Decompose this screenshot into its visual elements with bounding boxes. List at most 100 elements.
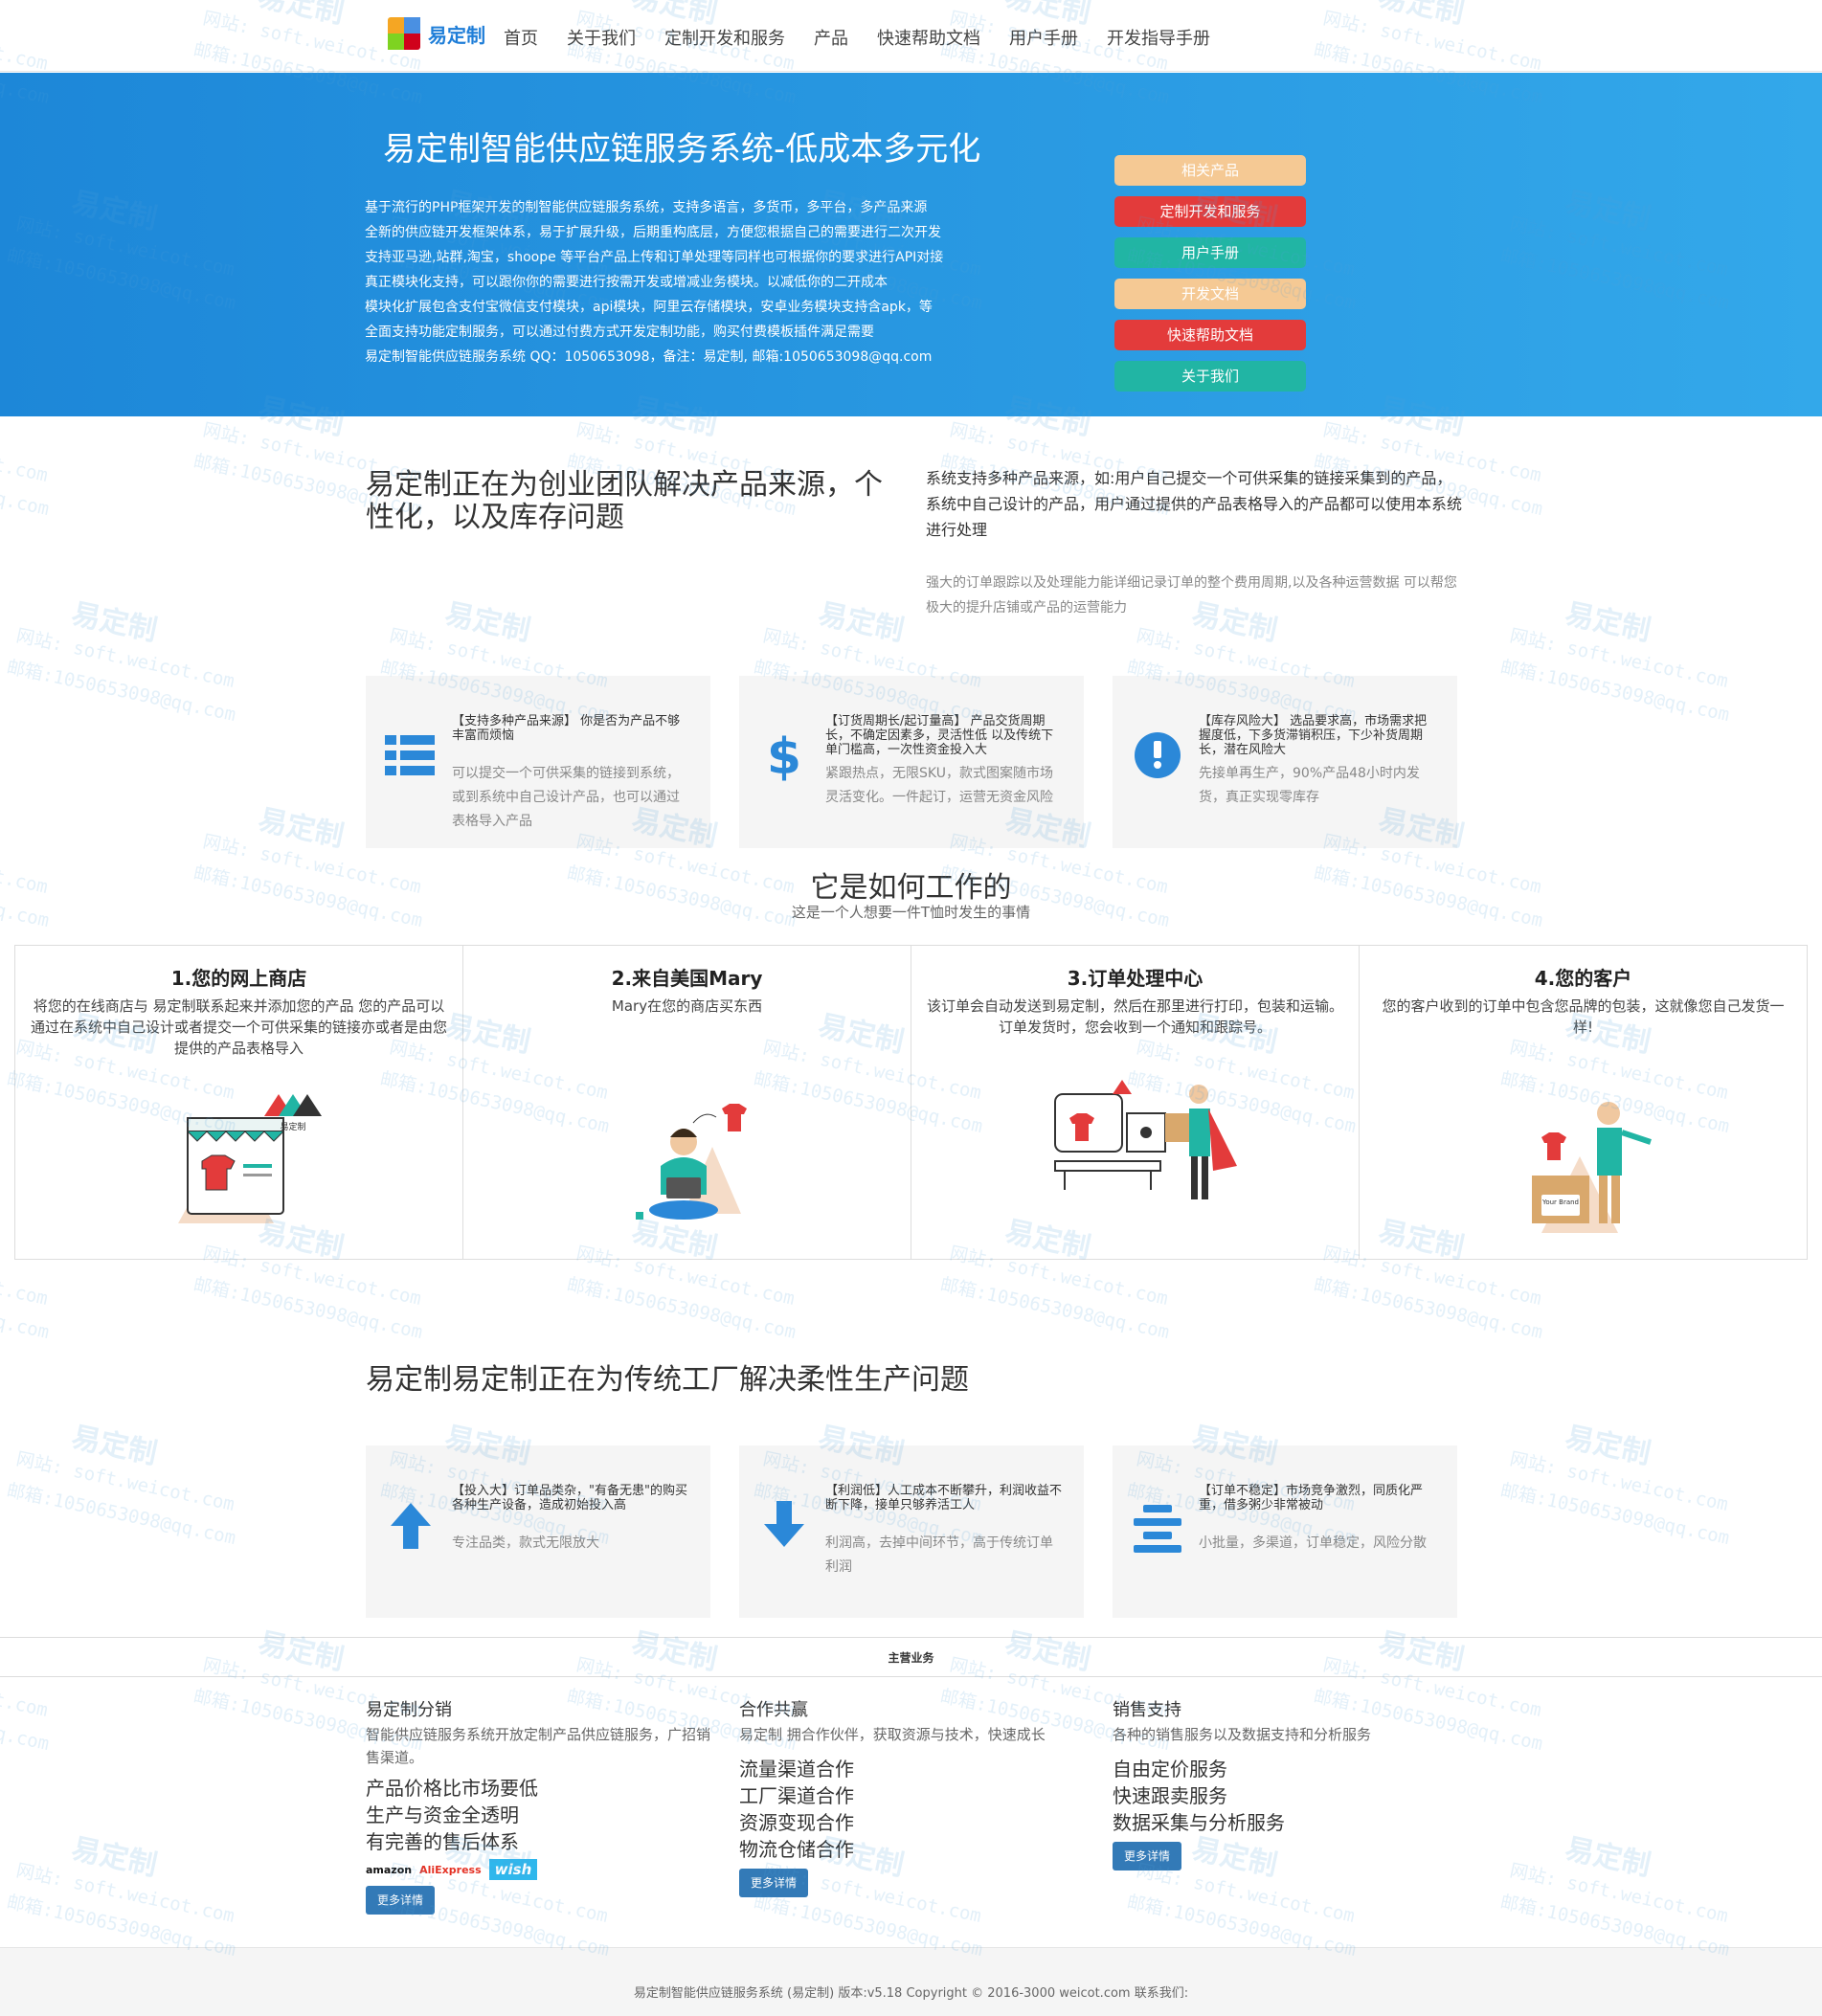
fulfillment-illustration bbox=[1054, 1080, 1237, 1199]
factory-card-title: 【订单不稳定】市场竞争激烈，同质化严重，借多粥少非常被动 bbox=[1199, 1484, 1424, 1512]
intro-paragraph-secondary: 强大的订单跟踪以及处理能力能详细记录订单的整个费用周期,以及各种运营数据 可以帮… bbox=[926, 575, 1457, 616]
list-icon bbox=[385, 735, 435, 775]
logo-text: 易定制 bbox=[428, 23, 485, 47]
watermark-brand: 易定制 bbox=[1562, 1831, 1653, 1883]
watermark-site: 网站: soft.weicot.com bbox=[1507, 1860, 1730, 1927]
steps-panel: 1.您的网上商店 将您的在线商店与 易定制联系起来并添加您的产品 您的产品可以通… bbox=[14, 945, 1808, 1260]
more-details-button[interactable]: 更多详情 bbox=[1113, 1842, 1182, 1870]
nav-item-user-manual[interactable]: 用户手册 bbox=[1009, 25, 1078, 50]
watermark-site: 网站: soft.weicot.com bbox=[13, 1448, 236, 1515]
business-desc: 智能供应链服务系统开放定制产品供应链服务，广招销售渠道。 bbox=[366, 1726, 711, 1766]
watermark-brand: 易定制 bbox=[68, 1420, 160, 1471]
step-title: 3.订单处理中心 bbox=[1067, 967, 1203, 990]
hero-line: 全面支持功能定制服务，可以通过付费方式开发定制功能，购买付费模板插件满足需要 bbox=[365, 325, 874, 340]
nav-item-dev-guide[interactable]: 开发指导手册 bbox=[1107, 25, 1210, 50]
step-order-center: 3.订单处理中心 该订单会自动发送到易定制，然后在那里进行打印，包装和运输。订单… bbox=[911, 946, 1360, 1259]
nav-item-help-docs[interactable]: 快速帮助文档 bbox=[877, 25, 980, 50]
watermark-brand: 易定制 bbox=[68, 1831, 160, 1883]
feature-card-order-cycle: $ 【订货周期长/起订量高】 产品交货周期长，不确定因素多，灵活性低 以及传统下… bbox=[739, 676, 1084, 848]
how-it-works-subtitle: 这是一个人想要一件T恤时发生的事情 bbox=[791, 904, 1031, 921]
online-store-illustration: 易定制 bbox=[178, 1094, 322, 1223]
logo-mark-icon bbox=[388, 17, 420, 50]
watermark-mail: 邮箱:1050653098@qq.com bbox=[0, 450, 52, 521]
brand-logo[interactable]: 易定制 bbox=[388, 17, 485, 50]
intro-paragraph: 系统支持多种产品来源，如:用户自己提交一个可供采集的链接采集到的产品，系统中自己… bbox=[926, 469, 1463, 539]
nav-item-home[interactable]: 首页 bbox=[504, 25, 538, 50]
feature-title: 【支持多种产品来源】 你是否为产品不够丰富而烦恼 bbox=[452, 714, 681, 743]
factory-card-profit: 【利润低】人工成本不断攀升，利润收益不断下降，接单只够养活工人 利润高，去掉中间… bbox=[739, 1445, 1084, 1618]
factory-card-desc: 小批量，多渠道，订单稳定，风险分散 bbox=[1199, 1535, 1427, 1551]
more-details-button[interactable]: 更多详情 bbox=[739, 1869, 809, 1897]
factory-card-title: 【投入大】订单品类杂，"有备无患"的购买各种生产设备，造成初始投入高 bbox=[452, 1484, 687, 1512]
step-desc: Mary在您的商店买东西 bbox=[611, 997, 763, 1015]
watermark-site: 网站: soft.weicot.com bbox=[13, 1860, 236, 1927]
hero-line: 模块化扩展包含支付宝微信支付模块，api模块，阿里云存储模块，安卓业务模块支持含… bbox=[365, 300, 933, 315]
factory-card-orders: 【订单不稳定】市场竞争激烈，同质化严重，借多粥少非常被动 小批量，多渠道，订单稳… bbox=[1113, 1445, 1457, 1618]
watermark-brand: 易定制 bbox=[815, 596, 907, 648]
illustration-brand-label: 易定制 bbox=[280, 1121, 305, 1132]
exclamation-icon bbox=[1135, 732, 1181, 778]
more-details-button[interactable]: 更多详情 bbox=[366, 1886, 436, 1915]
feature-title: 【订货周期长/起订量高】 产品交货周期长，不确定因素多，灵活性低 以及传统下单门… bbox=[825, 714, 1054, 757]
business-item: 数据采集与分析服务 bbox=[1113, 1811, 1285, 1834]
watermark-site: 网站: soft.weicot.com bbox=[13, 625, 236, 692]
nav-item-about[interactable]: 关于我们 bbox=[567, 25, 636, 50]
watermark-site: 网站: soft.weicot.com bbox=[1507, 625, 1730, 692]
step-customer-mary: 2.来自美国Mary Mary在您的商店买东西 bbox=[463, 946, 911, 1259]
page: 易定制 首页 关于我们 定制开发和服务 产品 快速帮助文档 用户手册 开发指导手… bbox=[0, 0, 1822, 2016]
step-title: 4.您的客户 bbox=[1534, 967, 1632, 990]
feature-title: 【库存风险大】 选品要求高，市场需求把握度低，下多货滞销积压，下少补货周期长，潜… bbox=[1199, 714, 1428, 757]
nav-item-custom-dev[interactable]: 定制开发和服务 bbox=[664, 25, 785, 50]
user-manual-button[interactable]: 用户手册 bbox=[1114, 237, 1306, 268]
business-item: 工厂渠道合作 bbox=[739, 1784, 854, 1807]
main-business-title: 主营业务 bbox=[888, 1651, 934, 1665]
hero-line: 易定制智能供应链服务系统 QQ：1050653098，备注：易定制, 邮箱:10… bbox=[365, 349, 933, 365]
top-navbar: 易定制 首页 关于我们 定制开发和服务 产品 快速帮助文档 用户手册 开发指导手… bbox=[0, 0, 1822, 72]
watermark-mail: 邮箱:1050653098@qq.com bbox=[191, 1273, 425, 1344]
amazon-logo: amazon bbox=[366, 1863, 413, 1876]
watermark-mail: 邮箱:1050653098@qq.com bbox=[5, 1479, 238, 1550]
watermark-site: 网站: soft.weicot.com bbox=[0, 419, 50, 486]
business-item: 自由定价服务 bbox=[1113, 1758, 1227, 1781]
box-brand-label: Your Brand bbox=[1541, 1198, 1579, 1206]
watermark-mail: 邮箱:1050653098@qq.com bbox=[0, 1685, 52, 1756]
business-desc: 易定制 拥合作伙伴，获取资源与技术，快速成长 bbox=[739, 1726, 1046, 1743]
watermark-mail: 邮箱:1050653098@qq.com bbox=[1498, 1479, 1732, 1550]
watermark-brand: 易定制 bbox=[441, 596, 533, 648]
feature-desc: 可以提交一个可供采集的链接到系统，或到系统中自己设计产品，也可以通过表格导入产品 bbox=[452, 766, 680, 829]
footer: 易定制智能供应链服务系统 (易定制) 版本:v5.18 Copyright © … bbox=[0, 1947, 1822, 2016]
related-products-button[interactable]: 相关产品 bbox=[1114, 155, 1306, 186]
help-docs-button[interactable]: 快速帮助文档 bbox=[1114, 320, 1306, 350]
business-item: 资源变现合作 bbox=[739, 1811, 854, 1834]
hero-banner: 易定制智能供应链服务系统-低成本多元化 基于流行的PHP框架开发的制智能供应链服… bbox=[0, 73, 1822, 416]
business-item: 物流仓储合作 bbox=[739, 1838, 854, 1861]
step-your-customer: 4.您的客户 您的客户收到的订单中包含您品牌的包装，这就像您自己发货一样! Yo… bbox=[1360, 946, 1807, 1259]
step-title: 2.来自美国Mary bbox=[611, 967, 763, 990]
watermark-mail: 邮箱:1050653098@qq.com bbox=[1498, 656, 1732, 727]
main-business-band: 主营业务 bbox=[0, 1637, 1822, 1677]
wish-logo: wish bbox=[488, 1859, 538, 1880]
watermark-brand: 易定制 bbox=[1562, 596, 1653, 648]
custom-dev-button[interactable]: 定制开发和服务 bbox=[1114, 196, 1306, 227]
step-desc: 该订单会自动发送到易定制，然后在那里进行打印，包装和运输。订单发货时，您会收到一… bbox=[926, 997, 1343, 1036]
about-us-button[interactable]: 关于我们 bbox=[1114, 361, 1306, 392]
business-item: 生产与资金全透明 bbox=[366, 1803, 519, 1826]
nav-menu: 首页 关于我们 定制开发和服务 产品 快速帮助文档 用户手册 开发指导手册 bbox=[504, 25, 1239, 50]
watermark-site: 网站: soft.weicot.com bbox=[1507, 1448, 1730, 1515]
factory-card-investment: 【投入大】订单品类杂，"有备无患"的购买各种生产设备，造成初始投入高 专注品类，… bbox=[366, 1445, 710, 1618]
nav-item-products[interactable]: 产品 bbox=[814, 25, 848, 50]
business-col-distribution: 易定制分销 智能供应链服务系统开放定制产品供应链服务，广招销售渠道。 产品价格比… bbox=[366, 1698, 730, 1915]
dev-docs-button[interactable]: 开发文档 bbox=[1114, 279, 1306, 309]
business-desc: 各种的销售服务以及数据支持和分析服务 bbox=[1113, 1726, 1372, 1743]
watermark-brand: 易定制 bbox=[255, 802, 347, 854]
intro-heading: 易定制正在为创业团队解决产品来源，个性化，以及库存问题 bbox=[366, 468, 883, 534]
hero-title: 易定制智能供应链服务系统-低成本多元化 bbox=[383, 130, 981, 168]
step-title: 1.您的网上商店 bbox=[170, 967, 307, 990]
business-item: 产品价格比市场要低 bbox=[366, 1777, 538, 1800]
factory-card-desc: 专注品类，款式无限放大 bbox=[452, 1535, 599, 1551]
step-desc: 您的客户收到的订单中包含您品牌的包装，这就像您自己发货一样! bbox=[1382, 997, 1785, 1036]
arrow-up-icon bbox=[391, 1503, 431, 1549]
watermark-mail: 邮箱:1050653098@qq.com bbox=[5, 656, 238, 727]
hero-line: 全新的供应链开发框架体系，易于扩展升级，后期重构底层，方便您根据自己的需要进行二… bbox=[365, 225, 941, 240]
business-heading: 合作共赢 bbox=[739, 1700, 808, 1720]
